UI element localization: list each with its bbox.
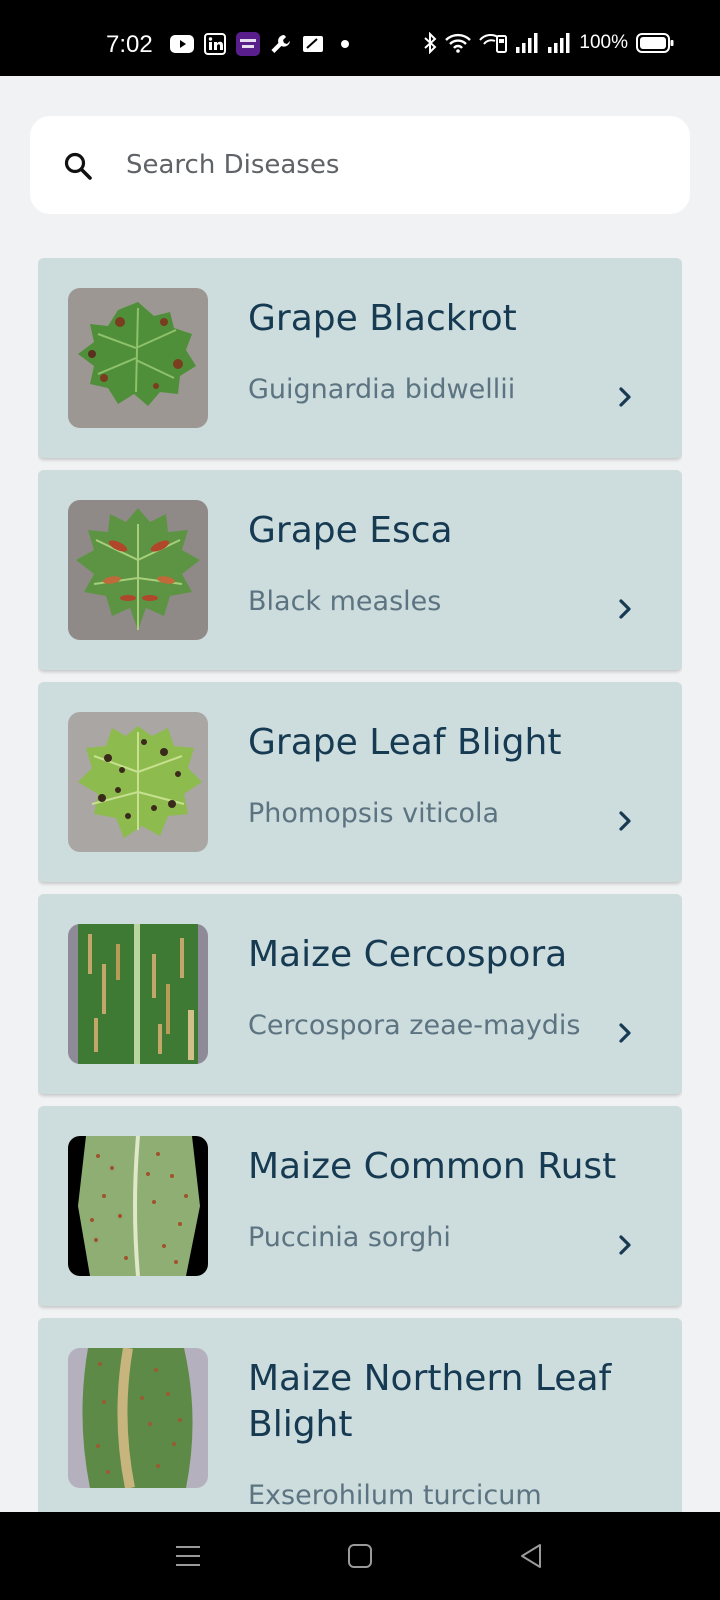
disease-name: Maize Cercospora [248, 934, 568, 975]
notification-icons [170, 32, 356, 56]
home-icon[interactable] [344, 1540, 376, 1572]
disease-card[interactable]: Maize Cercospora Cercospora zeae-maydis [38, 894, 682, 1094]
disease-list[interactable]: Grape Blackrot Guignardia bidwellii Grap… [38, 258, 682, 1512]
disease-scientific-name: Black measles [248, 586, 442, 617]
status-bar: 7:02 100% [0, 0, 720, 76]
battery-percent: 100% [579, 32, 628, 53]
disease-card[interactable]: Maize Common Rust Puccinia sorghi [38, 1106, 682, 1306]
disease-card[interactable]: Grape Esca Black measles [38, 470, 682, 670]
search-bar[interactable]: Search Diseases [30, 116, 690, 214]
wifi-icon [445, 33, 472, 53]
disease-scientific-name: Phomopsis viticola [248, 798, 500, 829]
disease-scientific-name: Exserohilum turcicum [248, 1480, 542, 1511]
signal-icon [548, 33, 570, 53]
grape-leaf-blight-leaf-image [68, 712, 208, 852]
disease-card[interactable]: Grape Leaf Blight Phomopsis viticola [38, 682, 682, 882]
search-icon [64, 152, 92, 180]
bluetooth-icon [424, 32, 437, 54]
chevron-right-icon[interactable] [612, 596, 638, 622]
status-time: 7:02 [106, 31, 153, 58]
dot-icon [341, 40, 349, 48]
menu-icon[interactable] [172, 1540, 204, 1572]
search-input[interactable]: Search Diseases [126, 116, 339, 214]
system-navigation-bar [0, 1512, 720, 1600]
wrench-icon [271, 35, 290, 53]
volte-icon [479, 34, 508, 53]
disease-scientific-name: Cercospora zeae-maydis [248, 1010, 581, 1041]
youtube-icon [170, 35, 194, 53]
maize-common-rust-leaf-image [68, 1136, 208, 1276]
disease-scientific-name: Puccinia sorghi [248, 1222, 451, 1253]
disease-card[interactable]: Maize Northern Leaf Blight Exserohilum t… [38, 1318, 682, 1512]
disease-name: Grape Leaf Blight [248, 722, 562, 763]
linkedin-icon [204, 33, 226, 55]
disease-card[interactable]: Grape Blackrot Guignardia bidwellii [38, 258, 682, 458]
maize-cercospora-leaf-image [68, 924, 208, 1064]
maize-northern-leaf-blight-leaf-image [68, 1348, 208, 1488]
signal-icon [516, 33, 538, 53]
disease-name: Maize Common Rust [248, 1146, 617, 1187]
chevron-right-icon[interactable] [612, 384, 638, 410]
disease-name: Maize Northern Leaf Blight [248, 1358, 612, 1445]
card-icon [303, 36, 323, 52]
back-icon[interactable] [516, 1540, 548, 1572]
chevron-right-icon[interactable] [612, 808, 638, 834]
yono-sbi-icon [236, 32, 260, 56]
chevron-right-icon[interactable] [612, 1020, 638, 1046]
disease-name: Grape Blackrot [248, 298, 517, 339]
disease-scientific-name: Guignardia bidwellii [248, 374, 516, 405]
grape-blackrot-leaf-image [68, 288, 208, 428]
grape-esca-leaf-image [68, 500, 208, 640]
system-icons: 100% [423, 32, 674, 54]
chevron-right-icon[interactable] [612, 1232, 638, 1258]
disease-name: Grape Esca [248, 510, 453, 551]
battery-icon [636, 33, 674, 53]
